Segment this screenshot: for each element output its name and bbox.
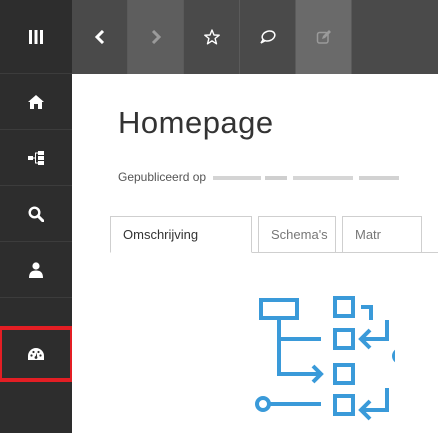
sidebar-item-hierarchy[interactable] xyxy=(0,130,72,186)
sidebar xyxy=(0,0,74,433)
tab-omschrijving[interactable]: Omschrijving xyxy=(110,216,252,253)
sidebar-item-dashboard[interactable] xyxy=(0,326,74,382)
chevron-right-icon xyxy=(151,30,161,44)
published-info: Gepubliceerd op xyxy=(118,170,413,184)
edit-button[interactable] xyxy=(296,0,352,74)
tab-label: Schema's xyxy=(271,227,328,242)
chevron-left-icon xyxy=(94,30,104,44)
sidebar-item-home[interactable] xyxy=(0,74,72,130)
main-content: Homepage Gepubliceerd op Omschrijving Sc… xyxy=(72,74,438,433)
toolbar xyxy=(72,0,438,74)
back-button[interactable] xyxy=(72,0,128,74)
page-title: Homepage xyxy=(118,105,274,140)
published-label: Gepubliceerd op xyxy=(118,170,207,184)
tab-bar: Omschrijving Schema's Matr xyxy=(110,216,438,253)
sidebar-item-user[interactable] xyxy=(0,242,72,298)
tab-label: Matr xyxy=(355,227,381,242)
menu-icon xyxy=(29,29,43,44)
sidebar-item-search[interactable] xyxy=(0,186,72,242)
hierarchy-icon xyxy=(28,150,44,165)
home-icon xyxy=(28,94,44,109)
search-icon xyxy=(28,205,44,222)
star-icon xyxy=(203,29,220,45)
edit-icon xyxy=(316,30,331,44)
process-diagram-icon xyxy=(255,296,395,421)
user-icon xyxy=(29,261,43,278)
tab-schemas[interactable]: Schema's xyxy=(258,216,336,252)
comment-icon xyxy=(259,30,276,44)
comment-button[interactable] xyxy=(240,0,296,74)
tab-label: Omschrijving xyxy=(123,227,199,242)
dashboard-icon xyxy=(28,347,44,360)
redacted-date xyxy=(213,175,400,180)
sidebar-menu-button[interactable] xyxy=(0,0,72,74)
tab-matrix[interactable]: Matr xyxy=(342,216,422,252)
favorite-button[interactable] xyxy=(184,0,240,74)
forward-button[interactable] xyxy=(128,0,184,74)
